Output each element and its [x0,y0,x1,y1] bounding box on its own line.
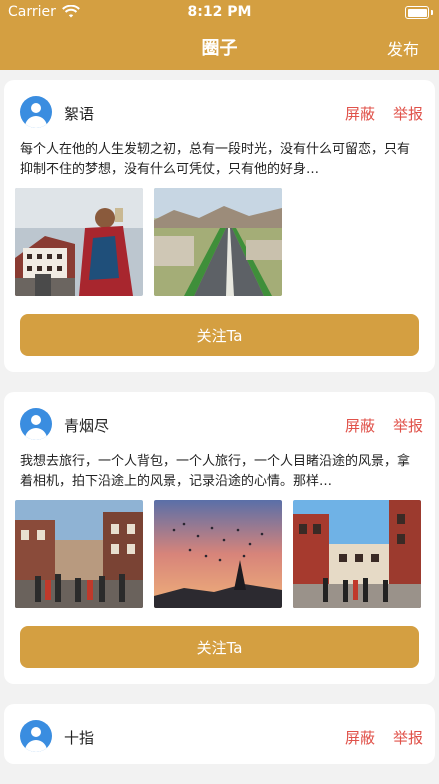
post-actions: 屏蔽 举报 [345,415,423,436]
avatar[interactable] [20,408,52,440]
street-crowd-photo[interactable] [15,500,143,608]
post-feed: 絮语 屏蔽 举报 每个人在他的人生发轫之初，总有一段时光，没有什么可留恋，只有抑… [0,80,439,784]
page-title: 圈子 [201,38,238,59]
report-button[interactable]: 举报 [393,727,423,748]
post-photos [4,188,435,296]
follow-button[interactable]: 关注Ta [20,314,419,356]
post-header: 絮语 屏蔽 举报 [4,80,435,140]
status-bar: Carrier 8:12 PM [0,0,439,24]
block-button[interactable]: 屏蔽 [345,415,375,436]
report-button[interactable]: 举报 [393,103,423,124]
post-card: 青烟尽 屏蔽 举报 我想去旅行，一个人背包，一个人旅行，一个人目睹沿途的风景，拿… [4,392,435,684]
post-actions: 屏蔽 举报 [345,727,423,748]
top-bar: Carrier 8:12 PM 圈子 发布 [0,0,439,70]
status-time: 8:12 PM [187,4,252,20]
follow-button[interactable]: 关注Ta [20,626,419,668]
street-buildings-photo[interactable] [293,500,421,608]
post-username[interactable]: 青烟尽 [64,415,109,436]
post-text: 每个人在他的人生发轫之初，总有一段时光，没有什么可留恋，只有抑制不住的梦想，没有… [20,142,411,177]
post-header: 十指 屏蔽 举报 [4,704,435,764]
publish-button[interactable]: 发布 [387,36,419,60]
tibet-palace-performer-photo[interactable] [15,188,143,296]
battery-icon [405,6,433,19]
highway-landscape-photo[interactable] [154,188,282,296]
post-header: 青烟尽 屏蔽 举报 [4,392,435,452]
post-card: 絮语 屏蔽 举报 每个人在他的人生发轫之初，总有一段时光，没有什么可留恋，只有抑… [4,80,435,372]
block-button[interactable]: 屏蔽 [345,727,375,748]
report-button[interactable]: 举报 [393,415,423,436]
block-button[interactable]: 屏蔽 [345,103,375,124]
post-text: 我想去旅行，一个人背包，一个人旅行，一个人目睹沿途的风景，拿着相机，拍下沿途上的… [20,454,411,489]
post-card: 十指 屏蔽 举报 [4,704,435,764]
post-username[interactable]: 十指 [64,727,94,748]
post-actions: 屏蔽 举报 [345,103,423,124]
avatar[interactable] [20,720,52,752]
avatar[interactable] [20,96,52,128]
post-username[interactable]: 絮语 [64,103,94,124]
sunset-birds-photo[interactable] [154,500,282,608]
post-photos [4,500,435,608]
